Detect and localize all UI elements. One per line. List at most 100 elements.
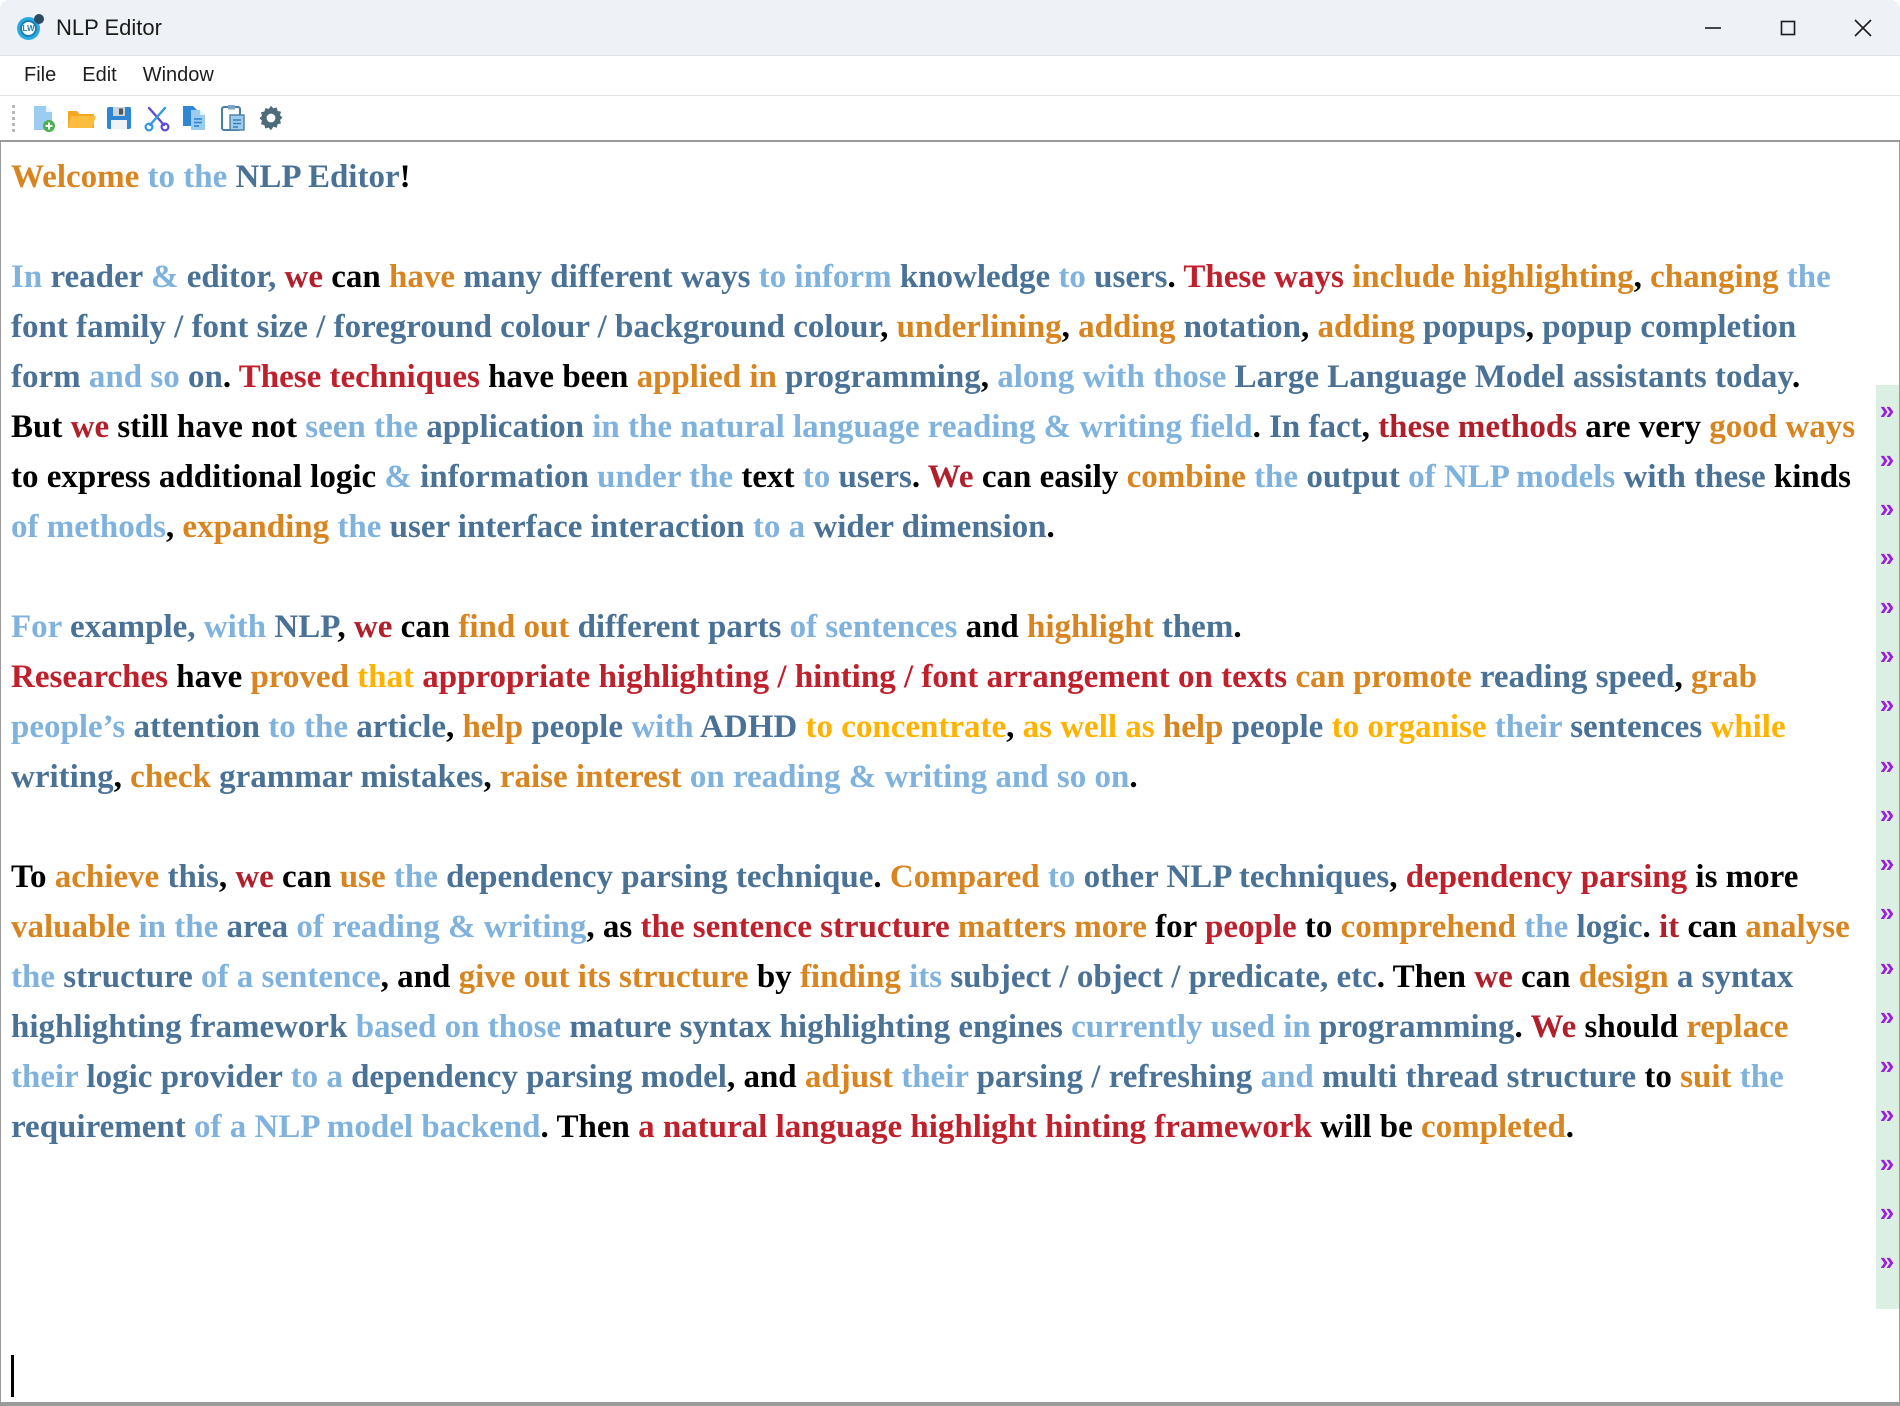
text-run: along with those [997, 359, 1235, 395]
text-run: of sentences [789, 609, 966, 645]
menu-bar: File Edit Window [0, 56, 1900, 96]
fold-marker-icon[interactable]: » [1875, 887, 1899, 937]
text-run: Compared [889, 859, 1048, 895]
text-run: . [222, 359, 239, 395]
text-run: changing [1650, 259, 1787, 295]
clipboard-paste-icon [218, 103, 248, 133]
fold-marker-icon[interactable]: » [1875, 581, 1899, 631]
text-run: and [397, 959, 459, 995]
text-run: parsing / refreshing [976, 1059, 1261, 1095]
text-run: to concentrate [805, 709, 1007, 745]
text-run: NLP [274, 609, 338, 645]
text-run: to the [268, 709, 357, 745]
text-run: combine [1126, 459, 1255, 495]
document-content[interactable]: Welcome to the NLP Editor! In reader & e… [1, 144, 1873, 1152]
text-run: , [980, 359, 998, 395]
text-editor[interactable]: Welcome to the NLP Editor! In reader & e… [1, 142, 1873, 1405]
text-run: on [187, 359, 223, 395]
blank-3 [11, 802, 1859, 852]
text-run: . [1642, 909, 1660, 945]
text-run: suit [1680, 1059, 1740, 1095]
text-run: and so [88, 359, 188, 395]
text-run: programming [1318, 1009, 1515, 1045]
maximize-button[interactable] [1750, 0, 1825, 56]
cut-button[interactable] [138, 99, 176, 137]
text-run: to [1058, 259, 1095, 295]
toolbar-drag-handle[interactable] [6, 103, 20, 133]
fold-marker-icon[interactable]: » [1875, 838, 1899, 888]
text-run: & [150, 259, 187, 295]
text-run: multi thread structure [1322, 1059, 1645, 1095]
fold-marker-icon[interactable]: » [1875, 679, 1899, 729]
text-run: . [911, 459, 928, 495]
save-file-button[interactable] [100, 99, 138, 137]
text-run: a natural language highlight hinting fra… [638, 1109, 1321, 1145]
text-run: , [1674, 659, 1692, 695]
text-run: this [167, 859, 219, 895]
text-run: underlining [896, 309, 1062, 345]
text-run: For [11, 609, 70, 645]
text-run: ADHD [700, 709, 806, 745]
text-run: requirement [11, 1109, 194, 1145]
text-run: as well as [1022, 709, 1163, 745]
text-run: reading speed [1479, 659, 1675, 695]
text-run: proved [250, 659, 358, 695]
text-run: achieve [54, 859, 168, 895]
open-file-button[interactable] [62, 99, 100, 137]
fold-marker-icon[interactable]: » [1875, 1236, 1899, 1286]
fold-marker-icon[interactable]: » [1875, 483, 1899, 533]
title-bar-left: LW NLP Editor [0, 13, 162, 42]
fold-marker-gutter[interactable]: »»»»»»»»»»»»»»»»»» [1873, 142, 1899, 1405]
text-run: . [1252, 409, 1270, 445]
text-run: sentences [1570, 709, 1711, 745]
editor-area: Welcome to the NLP Editor! In reader & e… [0, 142, 1900, 1406]
text-run: we [1474, 959, 1522, 995]
text-run: by [756, 959, 800, 995]
new-file-icon [28, 103, 58, 133]
text-run: users [1094, 259, 1168, 295]
text-run: for [1155, 909, 1205, 945]
text-run: to inform [758, 259, 900, 295]
menu-item-window[interactable]: Window [133, 62, 224, 89]
text-run: adding [1317, 309, 1423, 345]
text-run: , [1006, 709, 1023, 745]
text-run: check [130, 759, 220, 795]
text-run: text [741, 459, 803, 495]
fold-marker-icon[interactable]: » [1875, 1040, 1899, 1090]
text-run: the [337, 509, 390, 545]
text-run: currently used in [1071, 1009, 1319, 1045]
text-run: , [483, 759, 500, 795]
text-run: many different ways [463, 259, 759, 295]
fold-marker-icon[interactable]: » [1875, 1089, 1899, 1139]
minimize-button[interactable] [1675, 0, 1750, 56]
fold-marker-icon[interactable]: » [1875, 942, 1899, 992]
text-run: can [331, 259, 389, 295]
fold-marker-icon[interactable]: » [1875, 789, 1899, 839]
copy-button[interactable] [176, 99, 214, 137]
fold-marker-icon[interactable]: » [1875, 1187, 1899, 1237]
text-run: We [927, 459, 982, 495]
menu-item-file[interactable]: File [14, 62, 66, 89]
settings-button[interactable] [252, 99, 290, 137]
text-run: have [388, 259, 464, 295]
fold-marker-icon[interactable]: » [1875, 740, 1899, 790]
close-button[interactable] [1825, 0, 1900, 56]
text-run: In [11, 259, 51, 295]
fold-marker-icon[interactable]: » [1875, 532, 1899, 582]
text-run: can [1687, 909, 1746, 945]
menu-item-edit[interactable]: Edit [72, 62, 126, 89]
fold-marker-icon[interactable]: » [1875, 630, 1899, 680]
text-run: programming [785, 359, 981, 395]
fold-marker-icon[interactable]: » [1875, 385, 1899, 435]
editor-bottom-edge [1, 1402, 1899, 1405]
fold-marker-icon[interactable]: » [1875, 1138, 1899, 1188]
text-run: . [1129, 759, 1138, 795]
fold-marker-icon[interactable]: » [1875, 434, 1899, 484]
nlp-editor-window: LW NLP Editor File Edit Window Welcome t… [0, 0, 1900, 1406]
paste-button[interactable] [214, 99, 252, 137]
text-run: and [965, 609, 1028, 645]
text-run: subject / object / predicate, etc [950, 959, 1377, 995]
text-run: . [1046, 509, 1055, 545]
new-file-button[interactable] [24, 99, 62, 137]
fold-marker-icon[interactable]: » [1875, 991, 1899, 1041]
